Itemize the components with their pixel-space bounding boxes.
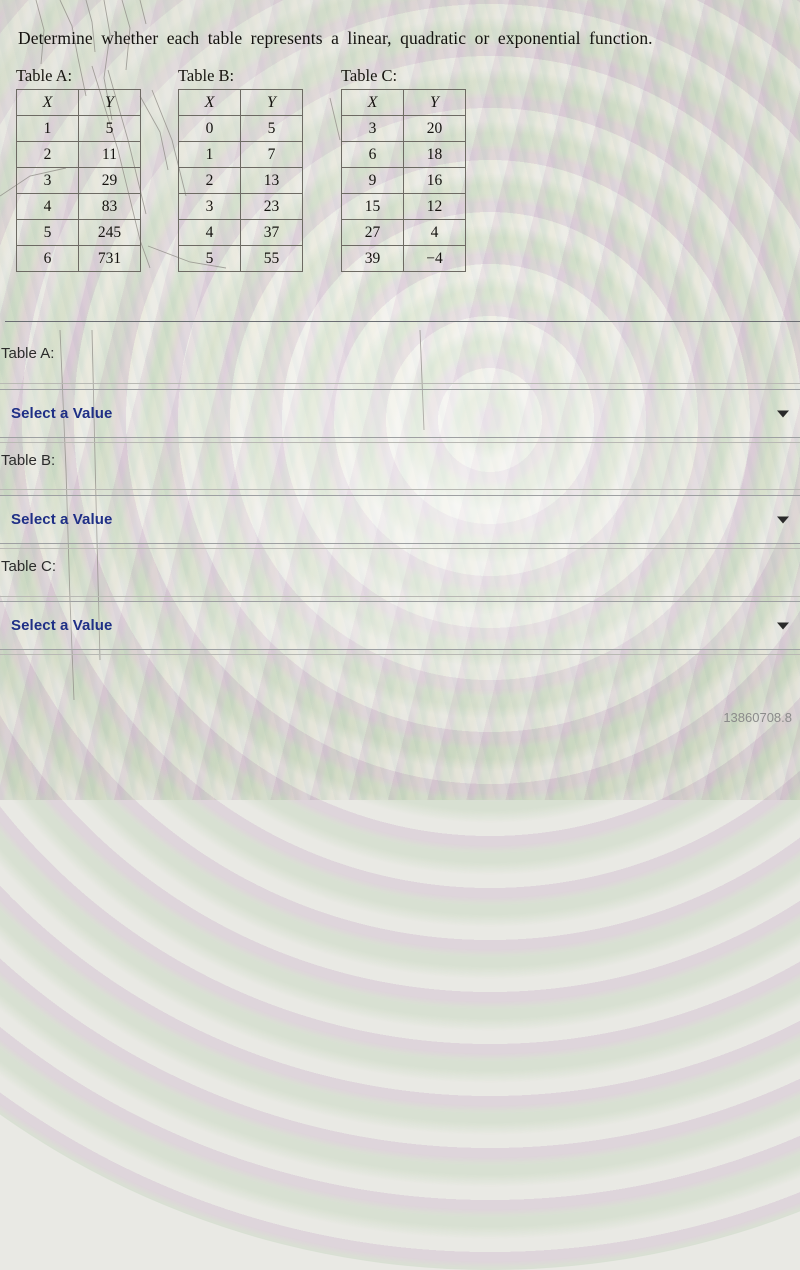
table-row: X Y — [16, 89, 141, 116]
table-c-title: Table C: — [341, 66, 398, 85]
cell-y: 12 — [403, 193, 466, 220]
column-header-x: X — [178, 89, 241, 116]
select-dropdown-table-c-value: Select a Value — [11, 617, 113, 634]
cell-x: 6 — [16, 245, 79, 272]
table-b: X Y 05 17 2 13 3 23 4 37 5 55 — [178, 89, 303, 272]
cell-x: 4 — [178, 219, 241, 246]
row-rule — [0, 489, 800, 490]
cell-x: 3 — [341, 115, 404, 142]
table-row: 2 11 — [16, 141, 141, 168]
table-a-block: Table A: X Y 15 2 11 3 29 4 83 5 245 6 731 — [16, 66, 141, 272]
chevron-down-icon[interactable] — [777, 410, 789, 417]
cell-y: 18 — [403, 141, 466, 168]
table-row: 6 731 — [16, 245, 141, 272]
cell-y: 20 — [403, 115, 466, 142]
chevron-down-icon[interactable] — [777, 622, 789, 629]
row-rule — [0, 548, 800, 549]
page-title: Determine whether each table represents … — [18, 28, 653, 48]
cell-x: 5 — [178, 245, 241, 272]
cell-y: 7 — [240, 141, 303, 168]
cell-y: 16 — [403, 167, 466, 194]
table-c: X Y 3 20 6 18 9 16 15 12 27 4 39 −4 — [341, 89, 466, 272]
table-row: 15 12 — [341, 193, 466, 220]
cell-y: 11 — [78, 141, 141, 168]
cell-x: 3 — [16, 167, 79, 194]
cell-x: 27 — [341, 219, 404, 246]
table-row: X Y — [341, 89, 466, 116]
page-content: Determine whether each table represents … — [0, 0, 800, 800]
row-rule — [0, 383, 800, 384]
column-header-x: X — [341, 89, 404, 116]
table-row: 4 37 — [178, 219, 303, 246]
table-b-block: Table B: X Y 05 17 2 13 3 23 4 37 5 55 — [178, 66, 303, 272]
cell-x: 2 — [16, 141, 79, 168]
cell-x: 5 — [16, 219, 79, 246]
select-dropdown-table-b[interactable]: Select a Value — [0, 495, 800, 544]
table-row: 3 29 — [16, 167, 141, 194]
answer-label-table-c: Table C: — [1, 558, 57, 575]
table-row: 15 — [16, 115, 141, 142]
cell-y: 29 — [78, 167, 141, 194]
column-header-x: X — [16, 89, 79, 116]
cell-x: 1 — [16, 115, 79, 142]
cell-x: 39 — [341, 245, 404, 272]
answer-label-table-a: Table A: — [1, 345, 55, 362]
table-a-title: Table A: — [16, 66, 73, 85]
cell-y: −4 — [403, 245, 466, 272]
table-row: 27 4 — [341, 219, 466, 246]
table-row: X Y — [178, 89, 303, 116]
cell-x: 1 — [178, 141, 241, 168]
row-rule — [0, 654, 800, 655]
table-row: 3 20 — [341, 115, 466, 142]
table-row: 17 — [178, 141, 303, 168]
table-row: 3 23 — [178, 193, 303, 220]
table-row: 6 18 — [341, 141, 466, 168]
watermark-id: 13860708.8 — [723, 710, 792, 725]
select-dropdown-table-b-value: Select a Value — [11, 511, 113, 528]
select-dropdown-table-a-value: Select a Value — [11, 405, 113, 422]
cell-y: 83 — [78, 193, 141, 220]
cell-x: 4 — [16, 193, 79, 220]
table-row: 4 83 — [16, 193, 141, 220]
table-row: 5 55 — [178, 245, 303, 272]
cell-y: 5 — [240, 115, 303, 142]
table-row: 05 — [178, 115, 303, 142]
section-divider — [5, 321, 800, 322]
column-header-y: Y — [240, 89, 303, 116]
cell-x: 15 — [341, 193, 404, 220]
column-header-y: Y — [403, 89, 466, 116]
cell-x: 0 — [178, 115, 241, 142]
chevron-down-icon[interactable] — [777, 516, 789, 523]
row-rule — [0, 596, 800, 597]
cell-y: 23 — [240, 193, 303, 220]
cell-y: 4 — [403, 219, 466, 246]
cell-y: 731 — [78, 245, 141, 272]
cell-y: 37 — [240, 219, 303, 246]
table-row: 39 −4 — [341, 245, 466, 272]
table-row: 5 245 — [16, 219, 141, 246]
cell-y: 245 — [78, 219, 141, 246]
select-dropdown-table-a[interactable]: Select a Value — [0, 389, 800, 438]
row-rule — [0, 442, 800, 443]
cell-x: 3 — [178, 193, 241, 220]
table-a: X Y 15 2 11 3 29 4 83 5 245 6 731 — [16, 89, 141, 272]
select-dropdown-table-c[interactable]: Select a Value — [0, 601, 800, 650]
cell-y: 13 — [240, 167, 303, 194]
cell-x: 6 — [341, 141, 404, 168]
cell-y: 55 — [240, 245, 303, 272]
column-header-y: Y — [78, 89, 141, 116]
table-row: 2 13 — [178, 167, 303, 194]
table-row: 9 16 — [341, 167, 466, 194]
table-b-title: Table B: — [178, 66, 235, 85]
cell-x: 2 — [178, 167, 241, 194]
table-c-block: Table C: X Y 3 20 6 18 9 16 15 12 27 4 39 −4 — [341, 66, 466, 272]
cell-y: 5 — [78, 115, 141, 142]
answer-label-table-b: Table B: — [1, 452, 56, 469]
cell-x: 9 — [341, 167, 404, 194]
